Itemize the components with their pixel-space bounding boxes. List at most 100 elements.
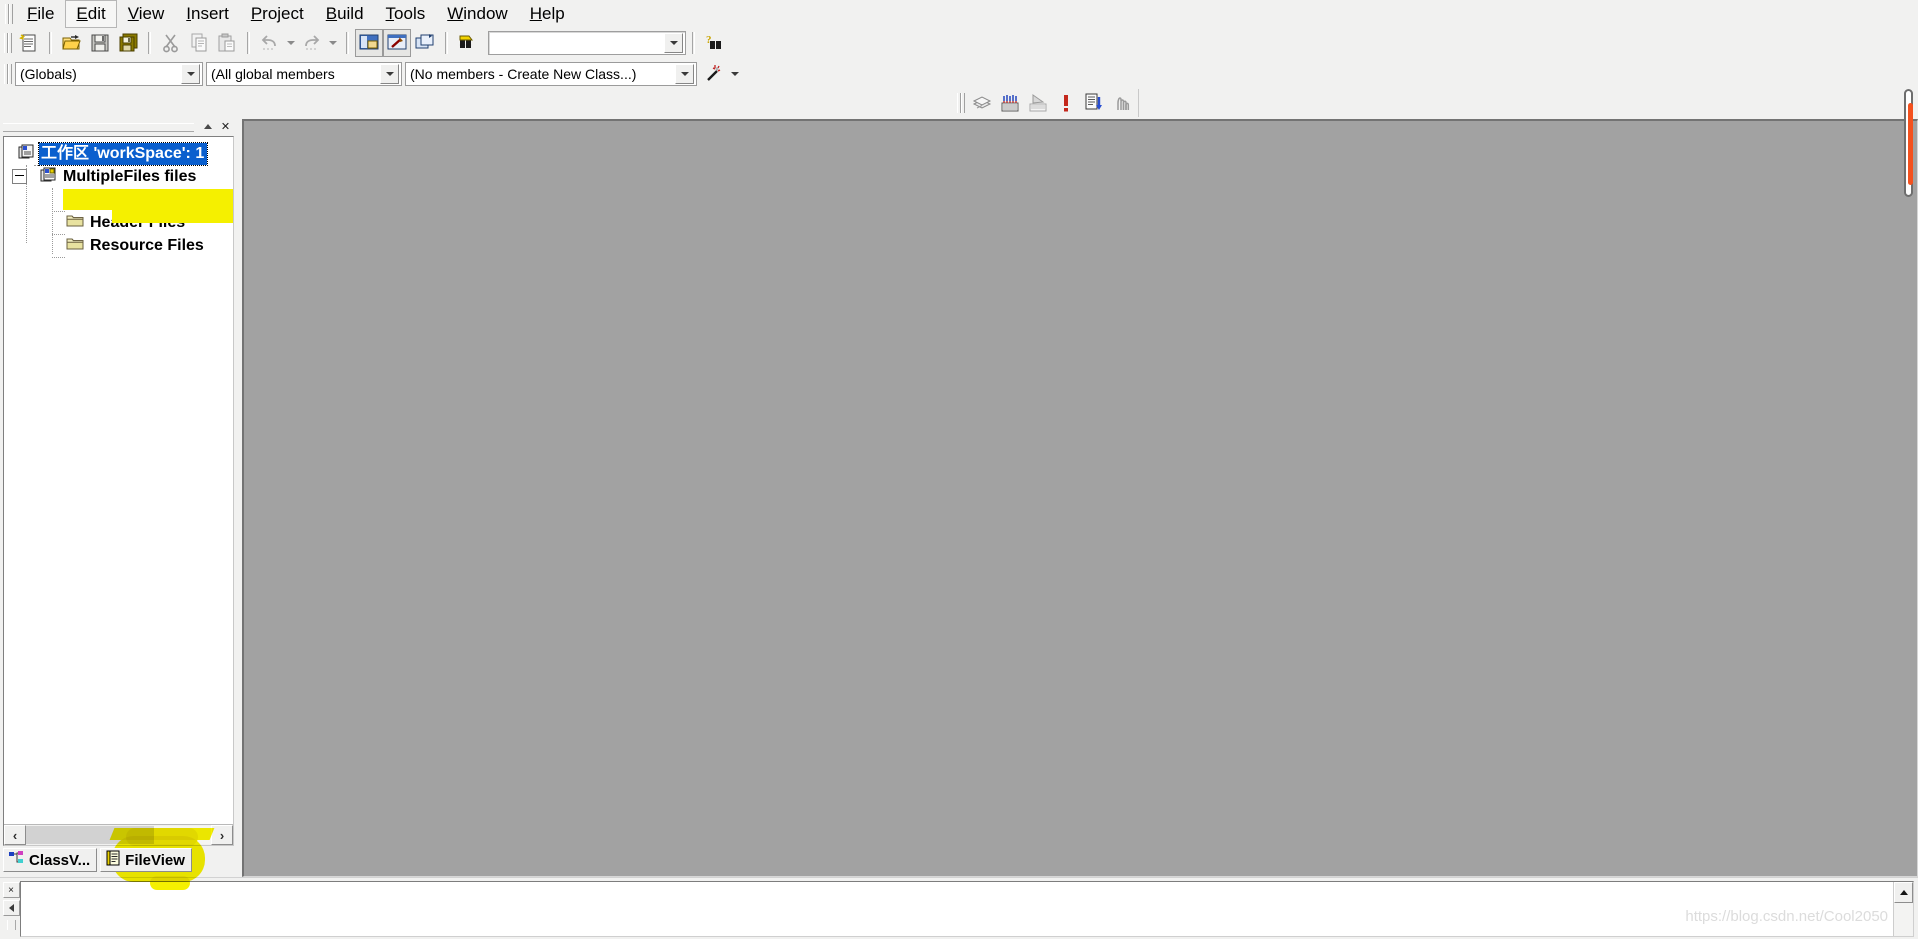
close-icon: ✕ <box>220 121 231 133</box>
paste-icon[interactable] <box>213 29 241 57</box>
menu-item-build-label: uild <box>337 3 364 23</box>
build-icon[interactable] <box>996 89 1024 117</box>
class-combo-dropdown-button[interactable] <box>181 64 200 84</box>
mdi-client-area <box>242 119 1918 877</box>
menu-item-view[interactable]: View <box>117 0 176 28</box>
tree-row[interactable]: Source Files <box>4 188 233 211</box>
menu-item-file[interactable]: File <box>16 0 65 28</box>
menu-item-window[interactable]: Window <box>436 0 518 28</box>
output-text <box>21 882 1913 890</box>
new-text-file-icon[interactable] <box>15 29 43 57</box>
tab-classview[interactable]: ClassV... <box>3 848 98 872</box>
menu-item-edit[interactable]: Edit <box>65 0 117 28</box>
execute-program-icon[interactable] <box>1052 89 1080 117</box>
search-help-icon[interactable]: ? <box>701 29 729 57</box>
workspace-window-icon[interactable] <box>355 29 383 57</box>
page-scrollbar-accent <box>1908 103 1913 185</box>
menu-item-edit-label: dit <box>87 3 106 23</box>
members-combo-dropdown-button[interactable] <box>675 64 694 84</box>
workspace-tab-strip: ClassV... FileView <box>3 846 234 877</box>
hscroll-left-button[interactable]: ‹ <box>4 825 26 845</box>
menu-item-project-label: roject <box>262 3 304 23</box>
output-pane: × <box>0 877 1918 939</box>
filter-combo-dropdown-button[interactable] <box>380 64 399 84</box>
stop-build-icon[interactable] <box>1024 89 1052 117</box>
tree-expander-collapse-icon[interactable] <box>12 169 27 184</box>
find-in-files-icon[interactable] <box>454 29 482 57</box>
build-toolbar-gripper[interactable] <box>956 92 965 114</box>
insert-breakpoint-icon[interactable] <box>1108 89 1136 117</box>
go-debug-icon[interactable] <box>1080 89 1108 117</box>
toolbar-separator <box>445 32 448 54</box>
menu-bar-gripper[interactable] <box>4 3 13 25</box>
standard-toolbar-gripper[interactable] <box>3 32 12 54</box>
close-output-button[interactable]: × <box>2 882 20 898</box>
cut-scissors-icon[interactable] <box>157 29 185 57</box>
hscroll-thumb[interactable] <box>26 826 154 844</box>
tree-row[interactable]: Resource Files <box>4 234 233 257</box>
undo-dropdown-arrow-icon[interactable] <box>284 30 298 56</box>
redo-dropdown-arrow-icon[interactable] <box>326 30 340 56</box>
find-dropdown-button[interactable] <box>664 33 683 53</box>
workspace-pane-grip[interactable] <box>3 123 194 132</box>
output-pane-grip[interactable] <box>6 920 16 930</box>
hscroll-track[interactable] <box>26 826 211 844</box>
menu-item-help-label: elp <box>541 3 565 23</box>
workspace-pane-titlebar: ✕ <box>3 118 234 136</box>
toolbar-separator <box>346 32 349 54</box>
menu-item-window-label: indow <box>463 3 508 23</box>
tab-fileview-label: FileView <box>125 851 185 869</box>
save-all-icon[interactable] <box>114 29 142 57</box>
menu-item-tools[interactable]: Tools <box>375 0 437 28</box>
workspace-tree[interactable]: 工作区 'workSpace': 1 MultipleFiles files S… <box>4 137 233 824</box>
scroll-left-button[interactable] <box>2 900 20 916</box>
workspace-tree-hscrollbar[interactable]: ‹ › <box>4 824 233 845</box>
compile-icon[interactable] <box>968 89 996 117</box>
hscroll-right-button[interactable]: › <box>211 825 233 845</box>
menu-item-insert[interactable]: Insert <box>175 0 240 28</box>
tab-fileview[interactable]: FileView <box>100 848 192 872</box>
save-icon[interactable] <box>86 29 114 57</box>
fileview-icon <box>106 850 121 870</box>
folder-icon <box>66 213 84 233</box>
magic-wand-icon[interactable] <box>700 60 728 88</box>
output-window-icon[interactable] <box>383 29 411 57</box>
tree-row[interactable]: 工作区 'workSpace': 1 <box>4 141 233 166</box>
undo-icon[interactable] <box>256 29 284 57</box>
filter-combo-box[interactable]: (All global members <box>206 62 402 86</box>
members-combo-value: (No members - Create New Class...) <box>410 66 637 82</box>
class-combo-box[interactable]: (Globals) <box>15 62 203 86</box>
menu-item-help[interactable]: Help <box>519 0 576 28</box>
page-scrollbar[interactable] <box>1901 84 1918 939</box>
page-scrollbar-thumb[interactable] <box>1904 89 1913 197</box>
toolbar-separator <box>148 32 151 54</box>
find-combo-box[interactable] <box>488 31 686 55</box>
folder-icon <box>66 236 84 256</box>
standard-toolbar: ? <box>0 27 1918 59</box>
tree-item-source-files-label: Source Files <box>90 190 186 208</box>
class-combo-value: (Globals) <box>20 66 77 82</box>
open-folder-icon[interactable] <box>58 29 86 57</box>
left-triangle-icon <box>8 904 14 912</box>
tree-row[interactable]: Header Files <box>4 211 233 234</box>
collapse-pane-button[interactable] <box>199 118 216 135</box>
tree-item-header-files-label: Header Files <box>90 213 186 231</box>
wizard-bar-gripper[interactable] <box>3 63 12 85</box>
tab-classview-label: ClassV... <box>29 851 91 869</box>
menu-item-build[interactable]: Build <box>315 0 375 28</box>
folder-icon <box>66 190 84 210</box>
redo-icon[interactable] <box>298 29 326 57</box>
menu-item-project[interactable]: Project <box>240 0 315 28</box>
close-pane-button[interactable]: ✕ <box>217 118 234 135</box>
toolbar-separator <box>692 32 695 54</box>
window-list-icon[interactable] <box>411 29 439 57</box>
copy-icon[interactable] <box>185 29 213 57</box>
tree-connector <box>52 257 65 258</box>
output-text-area[interactable] <box>20 881 1914 937</box>
members-combo-box[interactable]: (No members - Create New Class...) <box>405 62 697 86</box>
mdi-area-wrapper <box>242 117 1918 877</box>
output-pane-gutter: × <box>2 881 20 937</box>
wizard-dropdown-arrow-icon[interactable] <box>728 61 742 87</box>
workspace-icon <box>18 143 35 165</box>
tree-row[interactable]: MultipleFiles files <box>4 165 233 188</box>
